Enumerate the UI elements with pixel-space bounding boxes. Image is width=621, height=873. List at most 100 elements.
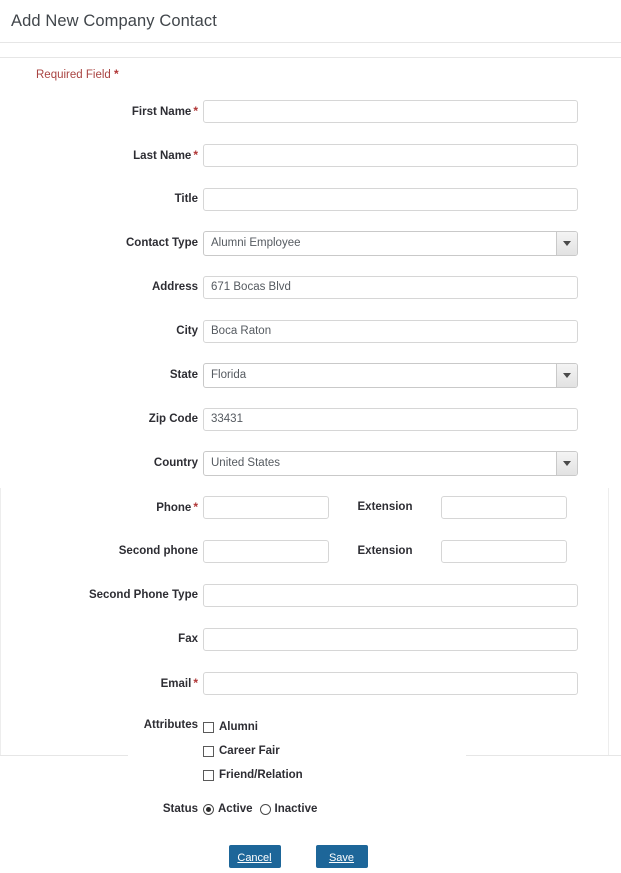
- panel-edge-right: [608, 488, 609, 755]
- field-row-zip-code: Zip Code: [0, 397, 621, 441]
- form-actions: Cancel Save: [0, 845, 621, 868]
- contact-form: Required Field * First Name * Last Name * …: [0, 58, 621, 868]
- required-asterisk-icon: *: [193, 500, 198, 514]
- label-last-name-text: Last Name: [133, 150, 192, 162]
- label-contact-type-text: Contact Type: [126, 237, 198, 249]
- email-input[interactable]: [203, 671, 578, 695]
- control-state: Florida: [203, 362, 578, 388]
- title-input[interactable]: [203, 187, 578, 211]
- label-phone-extension: Extension: [357, 501, 413, 513]
- radio-item-active[interactable]: Active: [203, 803, 253, 815]
- control-address: [203, 275, 578, 299]
- field-row-fax: Fax: [0, 617, 621, 661]
- second-phone-type-input[interactable]: [203, 583, 578, 607]
- label-fax-text: Fax: [178, 633, 198, 645]
- first-name-input[interactable]: [203, 99, 578, 123]
- control-contact-type: Alumni Employee: [203, 230, 578, 256]
- label-title: Title: [0, 193, 203, 205]
- checkbox-icon[interactable]: [203, 721, 214, 733]
- control-first-name: [203, 99, 578, 123]
- control-second-phone-type: [203, 583, 578, 607]
- control-zip-code: [203, 407, 578, 431]
- label-country: Country: [0, 457, 203, 469]
- radio-selected-icon[interactable]: [203, 803, 214, 815]
- label-state-text: State: [169, 369, 198, 381]
- radio-item-inactive[interactable]: Inactive: [259, 803, 317, 815]
- country-select[interactable]: United States: [203, 450, 578, 476]
- label-title-text: Title: [174, 193, 198, 205]
- label-second-phone-type-text: Second Phone Type: [88, 589, 198, 601]
- field-row-title: Title: [0, 177, 621, 221]
- section-divider-left: [0, 755, 128, 756]
- label-city: City: [0, 325, 203, 337]
- radio-icon[interactable]: [259, 803, 271, 815]
- field-row-last-name: Last Name *: [0, 133, 621, 177]
- label-zip-code-text: Zip Code: [148, 413, 198, 425]
- control-country: United States: [203, 450, 578, 476]
- checkbox-label-friend-relation: Friend/Relation: [219, 769, 303, 781]
- control-email: [203, 671, 578, 695]
- city-input[interactable]: [203, 319, 578, 343]
- control-title: [203, 187, 578, 211]
- address-input[interactable]: [203, 275, 578, 299]
- checkbox-icon[interactable]: [203, 769, 214, 781]
- field-row-email: Email *: [0, 661, 621, 705]
- field-row-city: City: [0, 309, 621, 353]
- required-asterisk-icon: *: [193, 676, 198, 690]
- field-row-attributes: Attributes Alumni Career Fair Friend/Rel…: [0, 715, 621, 787]
- checkbox-label-alumni: Alumni: [219, 721, 258, 733]
- section-divider-right: [466, 755, 621, 756]
- panel-edge-left: [0, 488, 1, 755]
- label-state: State: [0, 369, 203, 381]
- label-contact-type: Contact Type: [0, 237, 203, 249]
- chevron-down-icon[interactable]: [556, 363, 577, 387]
- required-asterisk-icon: *: [193, 148, 198, 162]
- chevron-down-icon[interactable]: [556, 451, 577, 475]
- phone-input[interactable]: [203, 495, 329, 519]
- required-asterisk-icon: *: [193, 104, 198, 118]
- checkbox-icon[interactable]: [203, 745, 214, 757]
- chevron-down-icon[interactable]: [556, 231, 577, 255]
- control-fax: [203, 627, 578, 651]
- save-button-label: Save: [328, 852, 355, 864]
- field-row-address: Address: [0, 265, 621, 309]
- checkbox-item-friend-relation[interactable]: Friend/Relation: [203, 763, 303, 787]
- label-first-name: First Name *: [0, 104, 203, 118]
- required-field-note: Required Field *: [36, 67, 621, 81]
- header-spacer: [0, 43, 621, 57]
- second-phone-input[interactable]: [203, 539, 329, 563]
- cancel-button-label: Cancel: [237, 852, 272, 864]
- field-row-second-phone-type: Second Phone Type: [0, 573, 621, 617]
- zip-code-input[interactable]: [203, 407, 578, 431]
- save-button[interactable]: Save: [315, 845, 368, 868]
- field-row-contact-type: Contact Type Alumni Employee: [0, 221, 621, 265]
- checkbox-item-career-fair[interactable]: Career Fair: [203, 739, 303, 763]
- fax-input[interactable]: [203, 627, 578, 651]
- label-first-name-text: First Name: [131, 106, 192, 118]
- label-second-phone: Second phone: [0, 545, 203, 557]
- label-fax: Fax: [0, 633, 203, 645]
- phone-extension-input[interactable]: [441, 495, 567, 519]
- checkbox-label-career-fair: Career Fair: [219, 745, 280, 757]
- state-selected-value: Florida: [211, 369, 247, 381]
- label-email: Email *: [0, 676, 203, 690]
- attributes-checkbox-group: Alumni Career Fair Friend/Relation: [203, 715, 303, 787]
- label-second-phone-extension: Extension: [357, 545, 413, 557]
- checkbox-item-alumni[interactable]: Alumni: [203, 715, 303, 739]
- cancel-button[interactable]: Cancel: [228, 845, 281, 868]
- field-row-first-name: First Name *: [0, 89, 621, 133]
- last-name-input[interactable]: [203, 143, 578, 167]
- state-select[interactable]: Florida: [203, 362, 578, 388]
- required-field-text: Required Field: [36, 69, 111, 81]
- label-attributes: Attributes: [143, 719, 198, 731]
- control-city: [203, 319, 578, 343]
- label-address-text: Address: [151, 281, 198, 293]
- contact-type-select[interactable]: Alumni Employee: [203, 230, 578, 256]
- field-row-second-phone: Second phone Extension: [0, 529, 621, 573]
- control-last-name: [203, 143, 578, 167]
- status-radio-group: Active Inactive: [203, 803, 324, 815]
- label-second-phone-type: Second Phone Type: [0, 589, 203, 601]
- second-phone-extension-input[interactable]: [441, 539, 567, 563]
- label-status: Status: [162, 803, 198, 815]
- label-zip-code: Zip Code: [0, 413, 203, 425]
